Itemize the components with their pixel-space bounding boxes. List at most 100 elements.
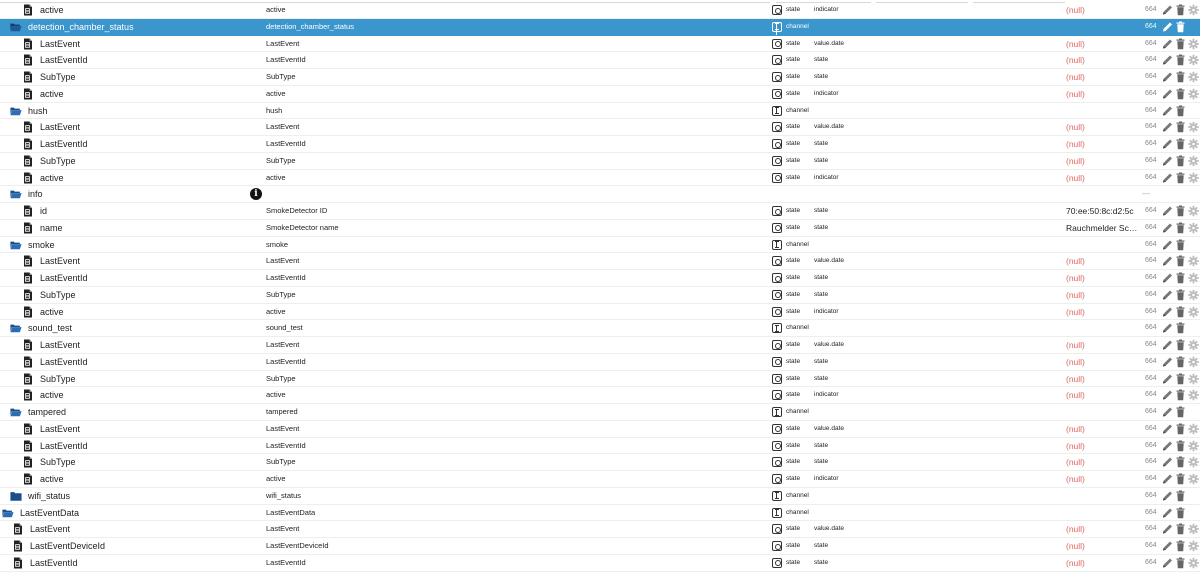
object-value-cell[interactable] (1066, 186, 1142, 202)
object-name-cell[interactable]: active (0, 387, 277, 403)
edit-pencil-icon[interactable] (1162, 557, 1173, 569)
object-value-cell[interactable] (1066, 505, 1142, 521)
object-value-cell[interactable]: (null) (1066, 287, 1142, 303)
state-row[interactable]: name SmokeDetector name state state Rauchmel… (0, 220, 1200, 237)
object-name-cell[interactable]: LastEvent (0, 119, 277, 135)
folder-open-icon[interactable] (2, 507, 14, 519)
delete-trash-icon[interactable] (1175, 423, 1186, 435)
edit-pencil-icon[interactable] (1162, 540, 1173, 552)
settings-gear-icon[interactable] (1188, 172, 1199, 184)
object-value-cell[interactable]: (null) (1066, 354, 1142, 370)
acl-cell[interactable]: 664 (1145, 454, 1159, 470)
settings-gear-icon[interactable] (1188, 373, 1199, 385)
delete-trash-icon[interactable] (1175, 38, 1186, 50)
edit-pencil-icon[interactable] (1162, 121, 1173, 133)
acl-cell[interactable]: 664 (1145, 421, 1159, 437)
settings-gear-icon[interactable] (1188, 557, 1199, 569)
delete-trash-icon[interactable] (1175, 272, 1186, 284)
acl-cell[interactable]: 664 (1145, 69, 1159, 85)
state-row[interactable]: SubType SubType state state (null) 664 (0, 69, 1200, 86)
edit-pencil-icon[interactable] (1162, 71, 1173, 83)
edit-pencil-icon[interactable] (1162, 138, 1173, 150)
folder-open-icon[interactable] (10, 105, 22, 117)
delete-trash-icon[interactable] (1175, 389, 1186, 401)
delete-trash-icon[interactable] (1175, 222, 1186, 234)
acl-cell[interactable]: 664 (1145, 136, 1159, 152)
object-name-cell[interactable]: active (0, 86, 277, 102)
folder-open-icon[interactable] (10, 188, 22, 200)
object-value-cell[interactable]: (null) (1066, 438, 1142, 454)
acl-cell[interactable]: 664 (1145, 52, 1159, 68)
object-name-cell[interactable]: detection_chamber_status (0, 19, 265, 35)
delete-trash-icon[interactable] (1175, 406, 1186, 418)
state-row[interactable]: LastEventId LastEventId state state (null) 66… (0, 52, 1200, 69)
folder-open-icon[interactable] (10, 239, 22, 251)
object-value-cell[interactable]: (null) (1066, 69, 1142, 85)
settings-gear-icon[interactable] (1188, 423, 1199, 435)
folder-row[interactable]: info i — (0, 186, 1200, 203)
settings-gear-icon[interactable] (1188, 205, 1199, 217)
folder-row[interactable]: detection_chamber_status detection_chambe… (0, 18, 1200, 36)
delete-trash-icon[interactable] (1175, 121, 1186, 133)
object-name-cell[interactable]: LastEventId (0, 354, 277, 370)
object-value-cell[interactable]: Rauchmelder Schl... (1066, 220, 1142, 236)
object-name-cell[interactable]: active (0, 471, 277, 487)
settings-gear-icon[interactable] (1188, 339, 1199, 351)
object-name-cell[interactable]: SubType (0, 371, 277, 387)
settings-gear-icon[interactable] (1188, 540, 1199, 552)
acl-cell[interactable]: 664 (1145, 555, 1159, 571)
acl-cell[interactable]: 664 (1145, 471, 1159, 487)
acl-cell[interactable]: 664 (1145, 320, 1159, 336)
object-name-cell[interactable]: tampered (0, 404, 265, 420)
edit-pencil-icon[interactable] (1162, 272, 1173, 284)
object-value-cell[interactable] (1066, 237, 1142, 253)
state-row[interactable]: LastEventId LastEventId state state (null) 66… (0, 555, 1200, 572)
acl-cell[interactable]: 664 (1145, 237, 1159, 253)
delete-trash-icon[interactable] (1175, 172, 1186, 184)
settings-gear-icon[interactable] (1188, 54, 1199, 66)
object-name-cell[interactable]: hush (0, 103, 265, 119)
settings-gear-icon[interactable] (1188, 255, 1199, 267)
object-value-cell[interactable]: (null) (1066, 471, 1142, 487)
object-value-cell[interactable]: (null) (1066, 421, 1142, 437)
folder-row[interactable]: tampered tampered channel 664 (0, 404, 1200, 421)
settings-gear-icon[interactable] (1188, 71, 1199, 83)
edit-pencil-icon[interactable] (1162, 490, 1173, 502)
acl-cell[interactable]: 664 (1145, 505, 1159, 521)
object-name-cell[interactable]: LastEventDeviceId (0, 538, 267, 554)
edit-pencil-icon[interactable] (1162, 356, 1173, 368)
object-name-cell[interactable]: LastEventId (0, 52, 277, 68)
object-value-cell[interactable]: (null) (1066, 36, 1142, 52)
delete-trash-icon[interactable] (1175, 557, 1186, 569)
settings-gear-icon[interactable] (1188, 222, 1199, 234)
delete-trash-icon[interactable] (1175, 4, 1186, 16)
object-name-cell[interactable]: LastEvent (0, 36, 277, 52)
folder-row[interactable]: smoke smoke channel 664 (0, 237, 1200, 254)
delete-trash-icon[interactable] (1175, 322, 1186, 334)
object-value-cell[interactable]: (null) (1066, 2, 1142, 18)
state-row[interactable]: LastEvent LastEvent state value.date (null) 6… (0, 119, 1200, 136)
acl-cell[interactable]: 664 (1145, 2, 1159, 18)
folder-open-icon[interactable] (10, 406, 22, 418)
acl-cell[interactable]: 664 (1145, 153, 1159, 169)
object-name-cell[interactable]: active (0, 304, 277, 320)
edit-pencil-icon[interactable] (1162, 423, 1173, 435)
edit-pencil-icon[interactable] (1162, 88, 1173, 100)
edit-pencil-icon[interactable] (1162, 239, 1173, 251)
edit-pencil-icon[interactable] (1162, 205, 1173, 217)
object-name-cell[interactable]: LastEventId (0, 555, 267, 571)
state-row[interactable]: LastEventDeviceId LastEventDeviceId state s… (0, 538, 1200, 555)
acl-cell[interactable]: 664 (1145, 170, 1159, 186)
object-name-cell[interactable]: sound_test (0, 320, 265, 336)
delete-trash-icon[interactable] (1175, 155, 1186, 167)
edit-pencil-icon[interactable] (1162, 21, 1173, 33)
delete-trash-icon[interactable] (1175, 71, 1186, 83)
object-value-cell[interactable]: (null) (1066, 136, 1142, 152)
state-row[interactable]: LastEvent LastEvent state value.date (null) 6… (0, 36, 1200, 53)
folder-row[interactable]: wifi_status wifi_status channel 664 (0, 488, 1200, 505)
object-value-cell[interactable]: 70:ee:50:8c:d2:5c (1066, 203, 1142, 219)
object-value-cell[interactable]: (null) (1066, 170, 1142, 186)
object-name-cell[interactable]: name (0, 220, 277, 236)
state-row[interactable]: active active state indicator (null) 664 (0, 2, 1200, 19)
folder-row[interactable]: sound_test sound_test channel 664 (0, 320, 1200, 337)
